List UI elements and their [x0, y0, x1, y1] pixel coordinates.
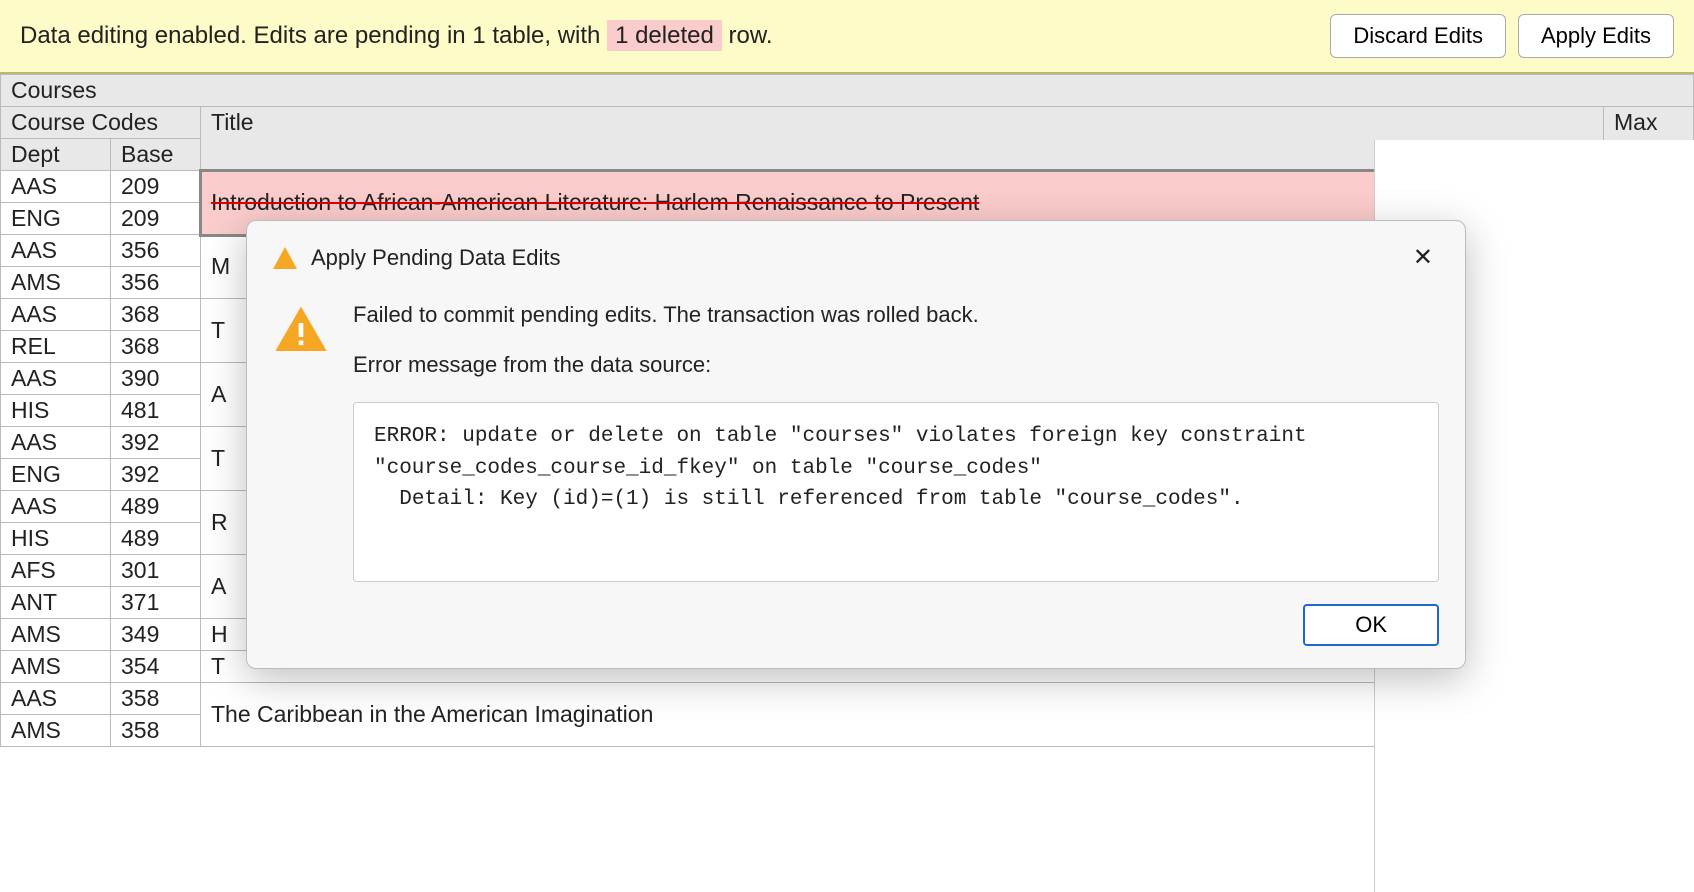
banner-text: Data editing enabled. Edits are pending … [20, 22, 773, 50]
cell-dept[interactable]: REL [1, 331, 111, 363]
cell-base[interactable]: 358 [111, 683, 201, 715]
cell-base[interactable]: 209 [111, 171, 201, 203]
banner-prefix: Data editing enabled. Edits are pending … [20, 22, 607, 49]
cell-base[interactable]: 368 [111, 331, 201, 363]
cell-base[interactable]: 390 [111, 363, 201, 395]
cell-dept[interactable]: AAS [1, 171, 111, 203]
dialog-title: Apply Pending Data Edits [311, 245, 561, 271]
cell-dept[interactable]: AFS [1, 555, 111, 587]
banner-buttons: Discard Edits Apply Edits [1330, 14, 1674, 58]
dialog-sub: Error message from the data source: [353, 352, 1439, 378]
dialog-body: Failed to commit pending edits. The tran… [273, 302, 1439, 582]
cell-dept[interactable]: AMS [1, 619, 111, 651]
cell-dept[interactable]: AAS [1, 235, 111, 267]
pending-edits-banner: Data editing enabled. Edits are pending … [0, 0, 1694, 74]
cell-dept[interactable]: AMS [1, 715, 111, 747]
cell-base[interactable]: 356 [111, 235, 201, 267]
banner-suffix: row. [729, 22, 773, 49]
cell-dept[interactable]: AAS [1, 683, 111, 715]
col-base[interactable]: Base [111, 139, 201, 171]
cell-dept[interactable]: AAS [1, 299, 111, 331]
cell-base[interactable]: 354 [111, 651, 201, 683]
cell-dept[interactable]: HIS [1, 523, 111, 555]
cell-dept[interactable]: HIS [1, 395, 111, 427]
col-group-course-codes[interactable]: Course Codes [1, 107, 201, 139]
cell-dept[interactable]: AMS [1, 651, 111, 683]
discard-edits-button[interactable]: Discard Edits [1330, 14, 1506, 58]
cell-base[interactable]: 349 [111, 619, 201, 651]
cell-dept[interactable]: ENG [1, 459, 111, 491]
dialog-message-area: Failed to commit pending edits. The tran… [353, 302, 1439, 582]
dialog-header: Apply Pending Data Edits ✕ [273, 241, 1439, 274]
cell-base[interactable]: 368 [111, 299, 201, 331]
dialog-message: Failed to commit pending edits. The tran… [353, 302, 1439, 328]
ok-button[interactable]: OK [1303, 604, 1439, 646]
cell-base[interactable]: 209 [111, 203, 201, 235]
warning-icon-large [273, 302, 329, 582]
col-dept[interactable]: Dept [1, 139, 111, 171]
cell-dept[interactable]: AAS [1, 491, 111, 523]
dialog-footer: OK [273, 604, 1439, 646]
cell-base[interactable]: 358 [111, 715, 201, 747]
cell-base[interactable]: 489 [111, 523, 201, 555]
deleted-count-pill: 1 deleted [607, 20, 722, 51]
table-title: Courses [1, 75, 1694, 107]
cell-base[interactable]: 481 [111, 395, 201, 427]
warning-icon [273, 247, 297, 269]
cell-dept[interactable]: AAS [1, 363, 111, 395]
error-dialog: Apply Pending Data Edits ✕ Failed to com… [246, 220, 1466, 669]
cell-dept[interactable]: ANT [1, 587, 111, 619]
cell-base[interactable]: 356 [111, 267, 201, 299]
error-text[interactable]: ERROR: update or delete on table "course… [353, 402, 1439, 582]
cell-base[interactable]: 301 [111, 555, 201, 587]
cell-base[interactable]: 489 [111, 491, 201, 523]
close-icon[interactable]: ✕ [1407, 241, 1439, 274]
cell-dept[interactable]: AMS [1, 267, 111, 299]
apply-edits-button[interactable]: Apply Edits [1518, 14, 1674, 58]
cell-base[interactable]: 392 [111, 427, 201, 459]
cell-base[interactable]: 371 [111, 587, 201, 619]
cell-base[interactable]: 392 [111, 459, 201, 491]
cell-dept[interactable]: AAS [1, 427, 111, 459]
cell-dept[interactable]: ENG [1, 203, 111, 235]
